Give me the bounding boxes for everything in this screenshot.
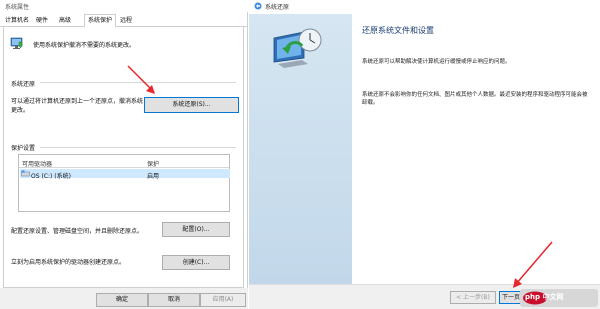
table-header-line (19, 167, 229, 168)
wizard-paragraph-2: 系统还原不会影响你的任何文档、图片或其他个人数据。最近安装的程序和驱动程序可能会… (362, 92, 588, 106)
tab-remote[interactable]: 远程 (117, 15, 135, 27)
annotation-arrow-left (127, 65, 155, 94)
ok-button[interactable]: 确定 (96, 293, 148, 307)
restore-section-title: 系统还原 (11, 81, 36, 88)
left-titlebar: 系统属性 (0, 0, 248, 12)
protection-section-title: 保护设置 (11, 145, 36, 152)
tab-hardware[interactable]: 硬件 (33, 15, 51, 27)
configure-button[interactable]: 配置(O)... (162, 222, 230, 237)
apply-button[interactable]: 应用(A) (200, 293, 246, 307)
configure-description: 配置还原设置、管理磁盘空间，并且删除还原点。 (11, 228, 144, 235)
right-window-title: 系统还原 (265, 4, 290, 11)
restore-description: 可以通过将计算机还原到上一个还原点，撤消系统更改。 (11, 98, 144, 114)
tab-computer-name[interactable]: 计算机名 (2, 15, 32, 27)
create-button[interactable]: 创建(C)... (162, 255, 230, 270)
system-restore-button[interactable]: 系统还原(S)... (144, 97, 239, 113)
drive-name: OS (C:) (系统) (31, 173, 71, 180)
wizard-paragraph-1: 系统还原可以帮助解决使计算机运行缓慢或停止响应的问题。 (362, 59, 511, 65)
system-restore-graphic-icon (273, 28, 322, 68)
tab-system-protection[interactable]: 系统保护 (84, 14, 117, 28)
left-window-title: 系统属性 (5, 4, 30, 11)
drive-table: 可用驱动器 保护 OS (C:) (系统) 启用 (18, 154, 230, 212)
drive-status: 启用 (147, 173, 160, 180)
wizard-heading: 还原系统文件和设置 (362, 26, 434, 35)
cancel-button[interactable]: 取消 (148, 293, 200, 307)
restore-small-icon (254, 2, 262, 10)
computer-shield-icon (10, 37, 23, 49)
create-description: 立刻为启用系统保护的驱动器创建还原点。 (11, 259, 126, 266)
intro-text: 使用系统保护撤消不需要的系统更改。 (33, 42, 136, 49)
right-titlebar: 系统还原 (249, 0, 600, 12)
protection-divider (40, 147, 236, 148)
tab-advanced[interactable]: 高级 (56, 15, 74, 27)
back-button[interactable]: < 上一步(B) (450, 291, 496, 304)
drive-icon (21, 170, 30, 177)
annotation-arrow-right (513, 241, 553, 288)
